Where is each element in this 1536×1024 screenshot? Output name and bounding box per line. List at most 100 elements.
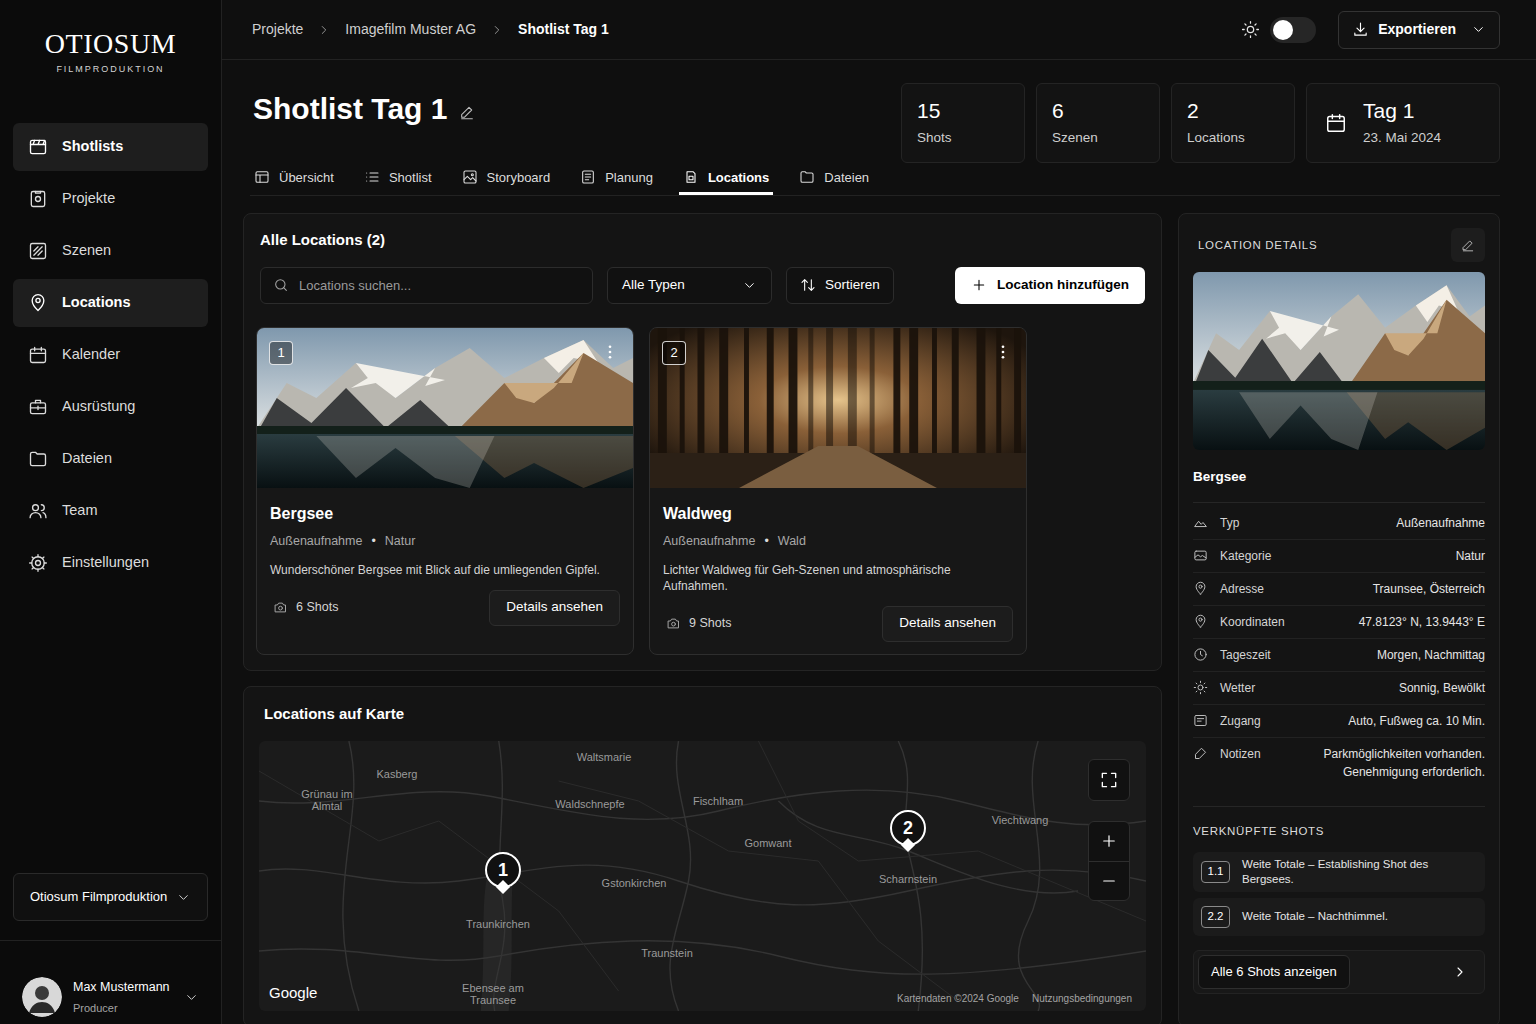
detail-label: Zugang: [1220, 712, 1261, 730]
clock-icon: [1193, 647, 1208, 662]
access-icon: [1193, 713, 1208, 728]
breadcrumb-item[interactable]: Imagefilm Muster AG: [345, 19, 476, 40]
linked-shot[interactable]: 2.2Weite Totale – Nachthimmel.: [1193, 898, 1485, 936]
export-button[interactable]: Exportieren: [1338, 11, 1500, 49]
zoom-controls: [1088, 821, 1130, 901]
more-icon[interactable]: [601, 343, 619, 361]
scenes-icon: [28, 241, 48, 261]
shots-icon: [273, 600, 288, 615]
page-title: Shotlist Tag 1: [253, 91, 447, 127]
tab-label: Shotlist: [389, 168, 432, 188]
location-card[interactable]: 1BergseeAußenaufnahme•NaturWunderschöner…: [256, 327, 634, 655]
tabs: Übersicht Shotlist Storyboard Planung Locati…: [250, 163, 1500, 196]
toolbox-icon: [28, 397, 48, 417]
sidebar-item[interactable]: Team: [13, 487, 208, 535]
location-name: Waldweg: [663, 502, 1013, 526]
map-panel: Locations auf KarteWaltsmarieKasbergGrün…: [243, 686, 1162, 1024]
detail-row: KategorieNatur: [1193, 540, 1485, 573]
map-label: Ebensee am Traunsee: [452, 982, 534, 1006]
workspace-select[interactable]: Otiosum Filmproduktion: [13, 873, 208, 921]
tab-label: Storyboard: [487, 168, 551, 188]
details-button[interactable]: Details ansehen: [489, 590, 620, 626]
add-location-label: Location hinzufügen: [997, 275, 1129, 295]
add-location-button[interactable]: Location hinzufügen: [955, 267, 1145, 304]
location-name: Bergsee: [270, 502, 620, 526]
map-label: Gstonkirchen: [602, 877, 667, 889]
sidebar-item[interactable]: Shotlists: [13, 123, 208, 171]
sidebar-item[interactable]: Einstellungen: [13, 539, 208, 587]
pencil-icon: [1461, 238, 1475, 252]
location-icon: [683, 169, 699, 185]
zoom-out-button[interactable]: [1089, 862, 1129, 901]
detail-label: Kategorie: [1220, 547, 1271, 565]
search-field[interactable]: [260, 267, 593, 304]
shots-icon: [666, 616, 681, 631]
detail-value: Sonnig, Bewölkt: [1399, 679, 1485, 697]
all-shots-label: Alle 6 Shots anzeigen: [1211, 962, 1337, 982]
tab[interactable]: Übersicht: [250, 162, 338, 195]
calendar-icon: [28, 345, 48, 365]
stat-label: Szenen: [1052, 128, 1144, 148]
details-label: Details ansehen: [506, 597, 603, 617]
sidebar-item[interactable]: Locations: [13, 279, 208, 327]
tab-label: Dateien: [824, 168, 869, 188]
day-date: 23. Mai 2024: [1363, 128, 1441, 148]
search-input[interactable]: [299, 276, 580, 296]
map-label: Fischlham: [693, 795, 743, 807]
pencil-icon: [459, 104, 475, 120]
all-shots-row[interactable]: Alle 6 Shots anzeigen: [1193, 950, 1485, 994]
tab[interactable]: Planung: [576, 162, 657, 195]
forest-photo: [650, 328, 1026, 488]
fullscreen-button[interactable]: [1088, 759, 1130, 801]
sidebar-item[interactable]: Szenen: [13, 227, 208, 275]
location-card[interactable]: 2WaldwegAußenaufnahme•WaldLichter Waldwe…: [649, 327, 1027, 655]
edit-button[interactable]: [1451, 228, 1485, 262]
sidebar-item[interactable]: Projekte: [13, 175, 208, 223]
linked-shot[interactable]: 1.1Weite Totale – Establishing Shot des …: [1193, 852, 1485, 892]
tab[interactable]: Shotlist: [360, 162, 436, 195]
separator: •: [764, 532, 768, 551]
details-button[interactable]: Details ansehen: [882, 606, 1013, 642]
sidebar-item-label: Shotlists: [62, 136, 123, 158]
user-menu[interactable]: Max MustermannProducer: [0, 940, 221, 1024]
map-label: Waldschnepfe: [555, 798, 624, 810]
tab[interactable]: Dateien: [795, 162, 873, 195]
logo[interactable]: OTIOSUM FILMPRODUKTION: [0, 0, 221, 123]
sidebar-item[interactable]: Dateien: [13, 435, 208, 483]
detail-value: Morgen, Nachmittag: [1377, 646, 1485, 664]
gear-icon: [28, 553, 48, 573]
breadcrumb-item[interactable]: Projekte: [252, 19, 303, 40]
type-filter[interactable]: Alle Typen: [607, 267, 772, 304]
map-pin[interactable]: 1: [485, 852, 521, 892]
zoom-in-button[interactable]: [1089, 822, 1129, 862]
detail-label: Notizen: [1220, 745, 1261, 763]
tab[interactable]: Locations: [679, 162, 773, 195]
map-pin-icon: [28, 293, 48, 313]
detail-value: Auto, Fußweg ca. 10 Min.: [1348, 712, 1485, 730]
theme-toggle[interactable]: [1270, 17, 1316, 43]
detail-row: Koordinaten47.8123° N, 13.9443° E: [1193, 606, 1485, 639]
map-pin[interactable]: 2: [890, 810, 926, 850]
chevron-down-icon: [1471, 22, 1486, 37]
map-label: Scharnstein: [879, 873, 937, 885]
shot-id: 2.2: [1201, 906, 1230, 928]
sidebar-item[interactable]: Ausrüstung: [13, 383, 208, 431]
terms-link[interactable]: Nutzungsbedingungen: [1032, 991, 1132, 1006]
map[interactable]: WaltsmarieKasbergGrünau im AlmtalWaldsch…: [259, 741, 1146, 1011]
more-icon[interactable]: [994, 343, 1012, 361]
logo-name: OTIOSUM: [45, 28, 176, 60]
location-name: Bergsee: [1193, 467, 1485, 502]
details-label: Details ansehen: [899, 613, 996, 633]
stat-label: Locations: [1187, 128, 1279, 148]
breadcrumb-item[interactable]: Shotlist Tag 1: [518, 19, 609, 40]
detail-label: Typ: [1220, 514, 1239, 532]
detail-row: AdresseTraunsee, Österreich: [1193, 573, 1485, 606]
sort-button[interactable]: Sortieren: [786, 267, 894, 304]
all-shots-button[interactable]: Alle 6 Shots anzeigen: [1198, 955, 1350, 989]
detail-row: TageszeitMorgen, Nachmittag: [1193, 639, 1485, 672]
logo-tagline: FILMPRODUKTION: [56, 63, 164, 77]
sidebar-item[interactable]: Kalender: [13, 331, 208, 379]
tab[interactable]: Storyboard: [458, 162, 555, 195]
detail-row: NotizenParkmöglichkeiten vorhanden. Gene…: [1193, 738, 1485, 788]
project-icon: [28, 189, 48, 209]
